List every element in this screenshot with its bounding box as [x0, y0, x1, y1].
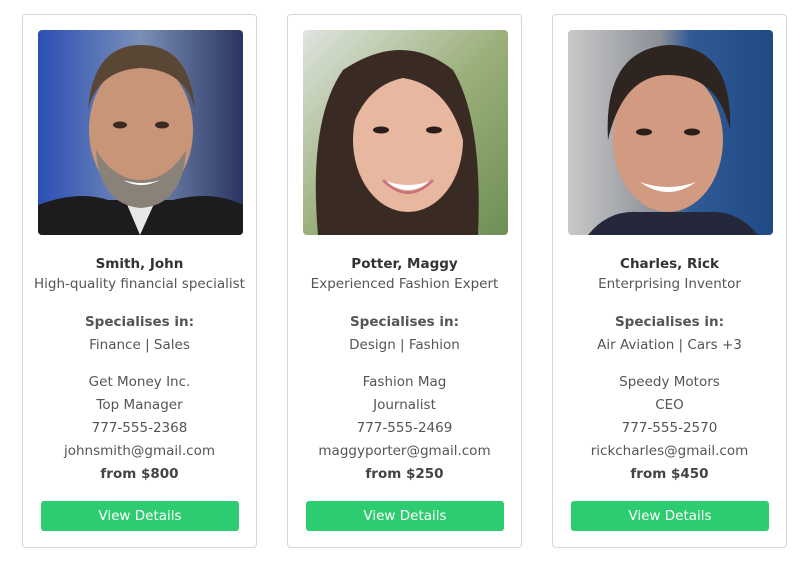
profile-card: Potter, Maggy Experienced Fashion Expert… — [287, 14, 522, 548]
price: from $450 — [630, 466, 709, 482]
profile-card: Charles, Rick Enterprising Inventor Spec… — [552, 14, 787, 548]
specialises-label: Specialises in: — [614, 314, 725, 330]
company: Speedy Motors — [619, 374, 720, 390]
specialities: Air Aviation | Cars +3 — [597, 337, 742, 353]
view-details-button[interactable]: View Details — [571, 501, 769, 531]
specialises-label: Specialises in: — [84, 314, 195, 330]
profile-photo — [568, 30, 773, 235]
profile-title: Experienced Fashion Expert — [310, 276, 499, 292]
profile-card: Smith, John High-quality financial speci… — [22, 14, 257, 548]
company: Fashion Mag — [362, 374, 447, 390]
email: johnsmith@gmail.com — [63, 443, 216, 459]
specialises-label: Specialises in: — [349, 314, 460, 330]
profile-photo — [38, 30, 243, 235]
position: CEO — [655, 397, 684, 413]
profile-photo — [303, 30, 508, 235]
profile-title: Enterprising Inventor — [598, 276, 741, 292]
profile-name: Charles, Rick — [620, 256, 719, 272]
position: Journalist — [373, 397, 436, 413]
specialities: Finance | Sales — [89, 337, 190, 353]
price: from $800 — [100, 466, 179, 482]
profile-name: Smith, John — [95, 256, 184, 272]
profile-name: Potter, Maggy — [351, 256, 458, 272]
email: rickcharles@gmail.com — [590, 443, 749, 459]
phone: 777-555-2570 — [621, 420, 718, 436]
woman-portrait-image — [303, 30, 508, 235]
specialities: Design | Fashion — [349, 337, 460, 353]
phone: 777-555-2368 — [91, 420, 188, 436]
man-portrait-image — [38, 30, 243, 235]
view-details-button[interactable]: View Details — [41, 501, 239, 531]
view-details-button[interactable]: View Details — [306, 501, 504, 531]
profile-title: High-quality financial specialist — [34, 276, 245, 292]
phone: 777-555-2469 — [356, 420, 453, 436]
email: maggyporter@gmail.com — [318, 443, 491, 459]
price: from $250 — [365, 466, 444, 482]
man-portrait-image — [568, 30, 773, 235]
company: Get Money Inc. — [88, 374, 191, 390]
position: Top Manager — [96, 397, 183, 413]
